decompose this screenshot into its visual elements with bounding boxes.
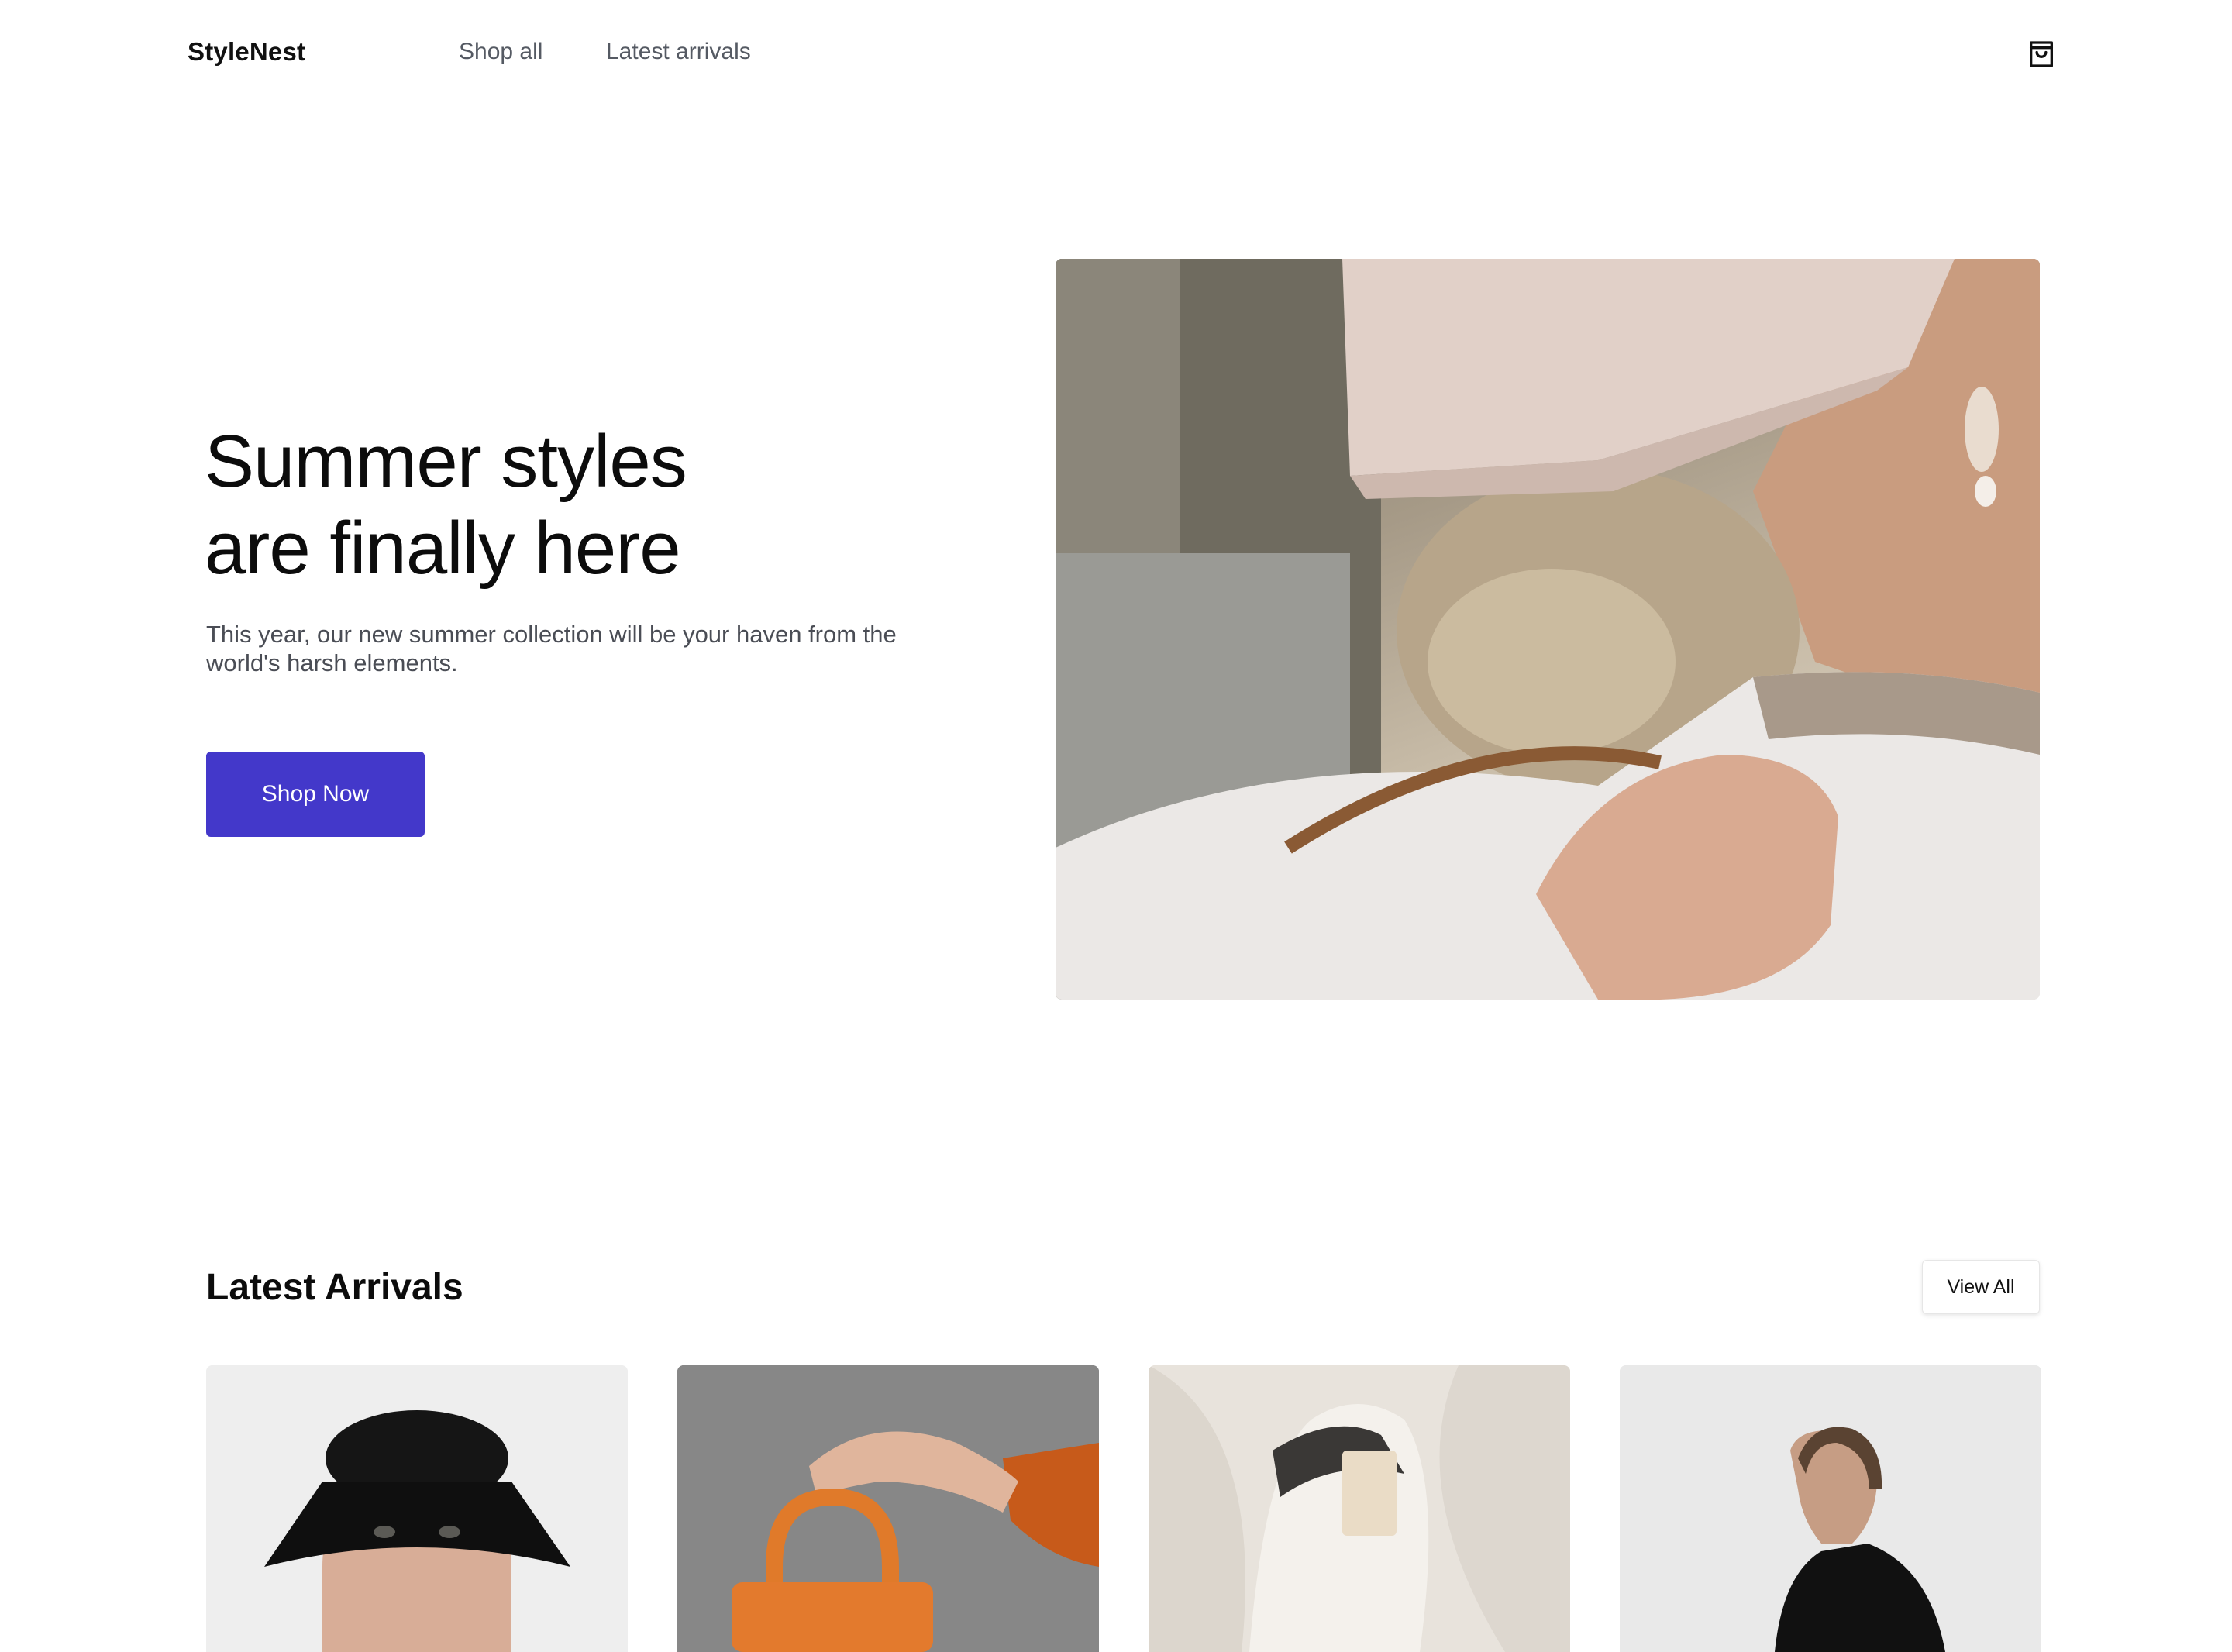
latest-arrivals-title: Latest Arrivals	[206, 1267, 463, 1308]
white-sneaker-photo	[1149, 1365, 1570, 1652]
top-nav: StyleNest Shop all Latest arrivals	[0, 0, 2232, 112]
woman-in-black-hoodie-photo	[1620, 1365, 2041, 1652]
product-card-bucket-hat[interactable]	[206, 1365, 628, 1652]
product-card-white-sneaker[interactable]	[1149, 1365, 1570, 1652]
shopping-bag-icon[interactable]	[2026, 39, 2057, 70]
view-all-button[interactable]: View All	[1922, 1260, 2040, 1314]
nav-link-shop-all[interactable]: Shop all	[459, 39, 542, 65]
product-card-black-hoodie[interactable]	[1620, 1365, 2041, 1652]
product-card-orange-handbag[interactable]	[677, 1365, 1099, 1652]
shop-now-button[interactable]: Shop Now	[206, 752, 425, 837]
hero-title: Summer styles are finally here	[205, 418, 687, 592]
nav-link-latest-arrivals[interactable]: Latest arrivals	[606, 39, 751, 65]
man-in-black-bucket-hat-photo	[206, 1365, 628, 1652]
hero-title-line-1: Summer styles	[205, 420, 687, 503]
brand-logo[interactable]: StyleNest	[188, 37, 305, 67]
hero-image	[1056, 259, 2040, 1000]
hero-title-line-2: are finally here	[205, 507, 681, 590]
hero-subtitle: This year, our new summer collection wil…	[206, 621, 897, 676]
hand-holding-orange-handbag-photo	[677, 1365, 1099, 1652]
